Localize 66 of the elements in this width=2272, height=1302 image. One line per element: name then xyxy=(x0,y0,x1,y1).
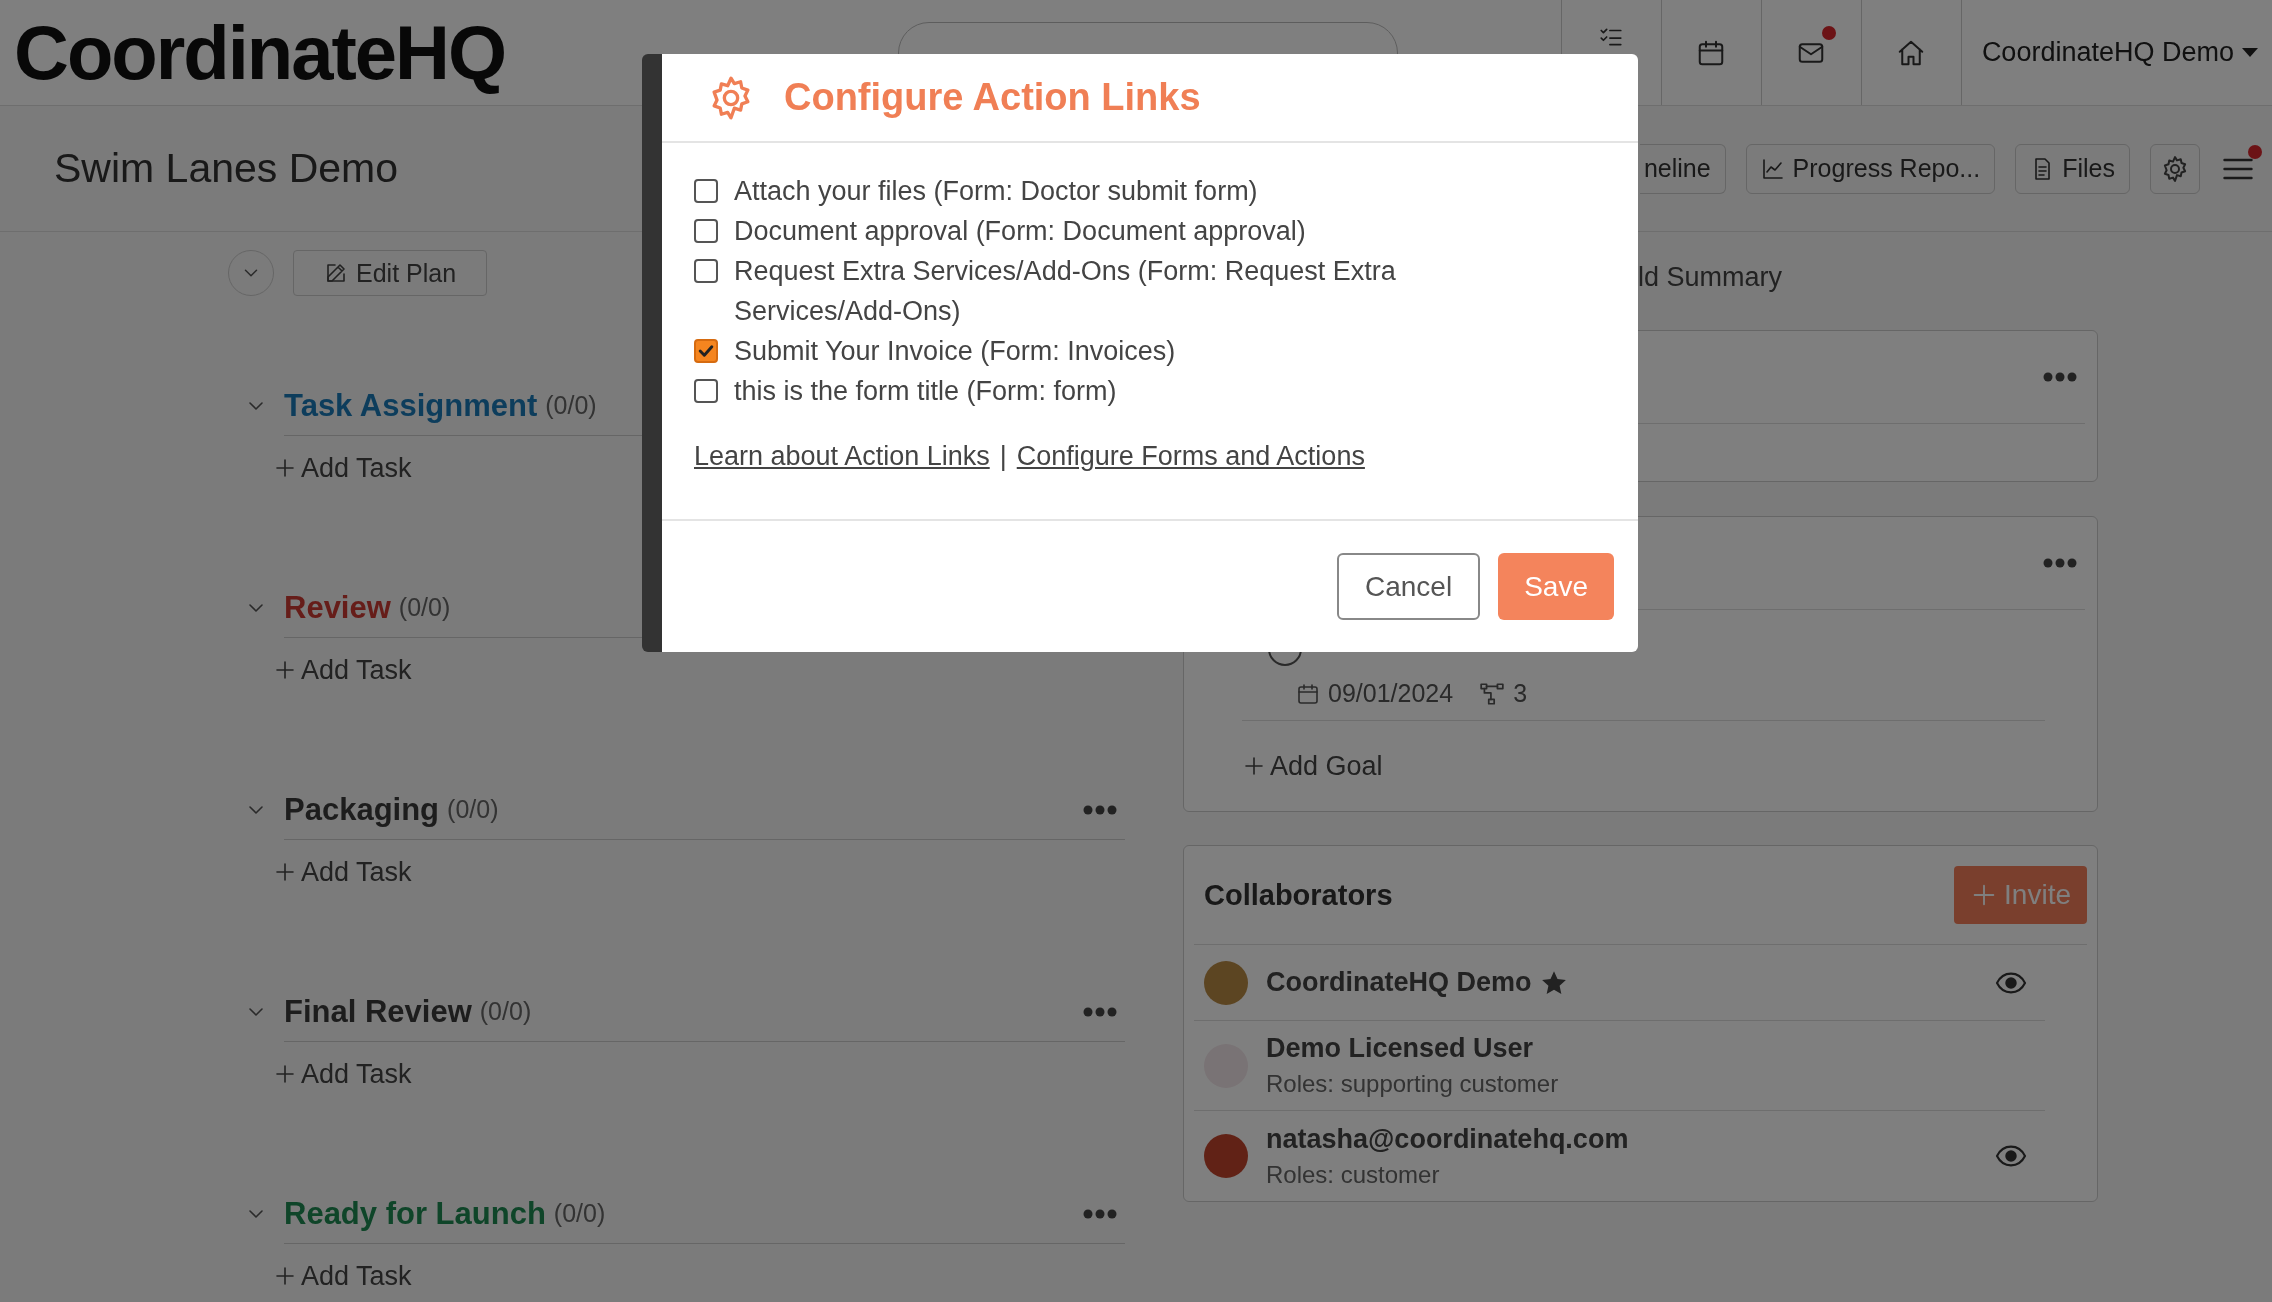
edit-plan-button[interactable]: Edit Plan xyxy=(293,250,488,296)
progress-report-button[interactable]: Progress Repo... xyxy=(1745,143,1996,194)
lane-title: Task Assignment xyxy=(284,387,538,424)
checkbox[interactable] xyxy=(694,379,718,403)
user-menu[interactable]: CoordinateHQ Demo xyxy=(1961,0,2272,105)
settings-button[interactable] xyxy=(2150,143,2200,194)
add-goal-button[interactable]: Add Goal xyxy=(1204,721,1389,811)
collaborator-name: CoordinateHQ Demo xyxy=(1266,967,1532,998)
lane-title: Final Review xyxy=(284,993,472,1030)
add-task-button[interactable]: Add Task xyxy=(273,1058,412,1090)
lane-title: Review xyxy=(284,589,391,626)
avatar xyxy=(1204,1134,1248,1178)
lane-title: Ready for Launch xyxy=(284,1195,546,1232)
plus-icon xyxy=(273,1264,297,1288)
invite-button[interactable]: Invite xyxy=(1954,866,2087,924)
more-icon[interactable] xyxy=(2043,371,2077,383)
collaborator-role: Roles: customer xyxy=(1266,1160,1441,1189)
plus-icon xyxy=(273,658,297,682)
add-task-button[interactable]: Add Task xyxy=(273,654,412,686)
checkbox[interactable] xyxy=(694,259,718,283)
timeline-button[interactable]: neline xyxy=(1639,143,1726,194)
lane-count: (0/0) xyxy=(553,1199,606,1228)
option-label: Attach your files (Form: Doctor submit form) xyxy=(734,175,1258,208)
option-label: Request Extra Services/Add-Ons (Form: Request Extra Services/Add-Ons) xyxy=(734,255,1397,328)
edit-icon xyxy=(324,261,348,285)
add-task-button[interactable]: Add Task xyxy=(273,452,412,484)
collaborator-name: natasha@coordinatehq.com xyxy=(1266,1123,1629,1155)
add-task-button[interactable]: Add Task xyxy=(273,1260,412,1292)
lane-title: Packaging xyxy=(284,791,440,828)
plus-icon xyxy=(273,1062,297,1086)
option-label: Submit Your Invoice (Form: Invoices) xyxy=(734,335,1176,368)
more-icon[interactable] xyxy=(1083,1207,1117,1220)
page-title: Swim Lanes Demo xyxy=(54,145,399,192)
lane-count: (0/0) xyxy=(545,391,597,420)
lane-count: (0/0) xyxy=(398,593,451,622)
files-button[interactable]: Files xyxy=(2015,143,2130,194)
learn-link[interactable]: Learn about Action Links xyxy=(694,441,990,472)
add-task-button[interactable]: Add Task xyxy=(273,856,412,888)
plus-icon xyxy=(273,456,297,480)
cancel-button[interactable]: Cancel xyxy=(1337,553,1481,620)
card-title: Collaborators xyxy=(1204,878,1393,912)
configure-link[interactable]: Configure Forms and Actions xyxy=(1016,441,1365,472)
checkbox[interactable] xyxy=(694,179,718,203)
subgoal-count: 3 xyxy=(1513,679,1528,708)
calendar-icon xyxy=(1296,681,1320,706)
more-icon[interactable] xyxy=(1083,803,1117,816)
checkbox[interactable] xyxy=(694,219,718,243)
goal-date: 09/01/2024 xyxy=(1328,679,1454,708)
lane-count: (0/0) xyxy=(479,997,532,1026)
link-separator: | xyxy=(999,441,1007,472)
collaborator-role: Roles: supporting customer xyxy=(1266,1070,1560,1098)
option-label: Document approval (Form: Document approval) xyxy=(734,215,1306,248)
section-heading: ld Summary xyxy=(1638,262,1783,293)
collaborator-name: Demo Licensed User xyxy=(1266,1033,1534,1064)
lane-count: (0/0) xyxy=(447,795,499,824)
more-icon[interactable] xyxy=(1083,1005,1117,1018)
dialog-title: Configure Action Links xyxy=(784,76,1201,119)
avatar xyxy=(1204,960,1248,1005)
option-label: this is the form title (Form: form) xyxy=(734,375,1117,408)
checkbox[interactable] xyxy=(694,339,718,363)
more-icon[interactable] xyxy=(2043,557,2077,569)
plus-icon xyxy=(273,860,297,884)
subgoal-icon xyxy=(1479,680,1506,707)
chart-icon xyxy=(1760,156,1785,181)
save-button[interactable]: Save xyxy=(1498,553,1614,620)
plus-icon xyxy=(1242,754,1266,778)
